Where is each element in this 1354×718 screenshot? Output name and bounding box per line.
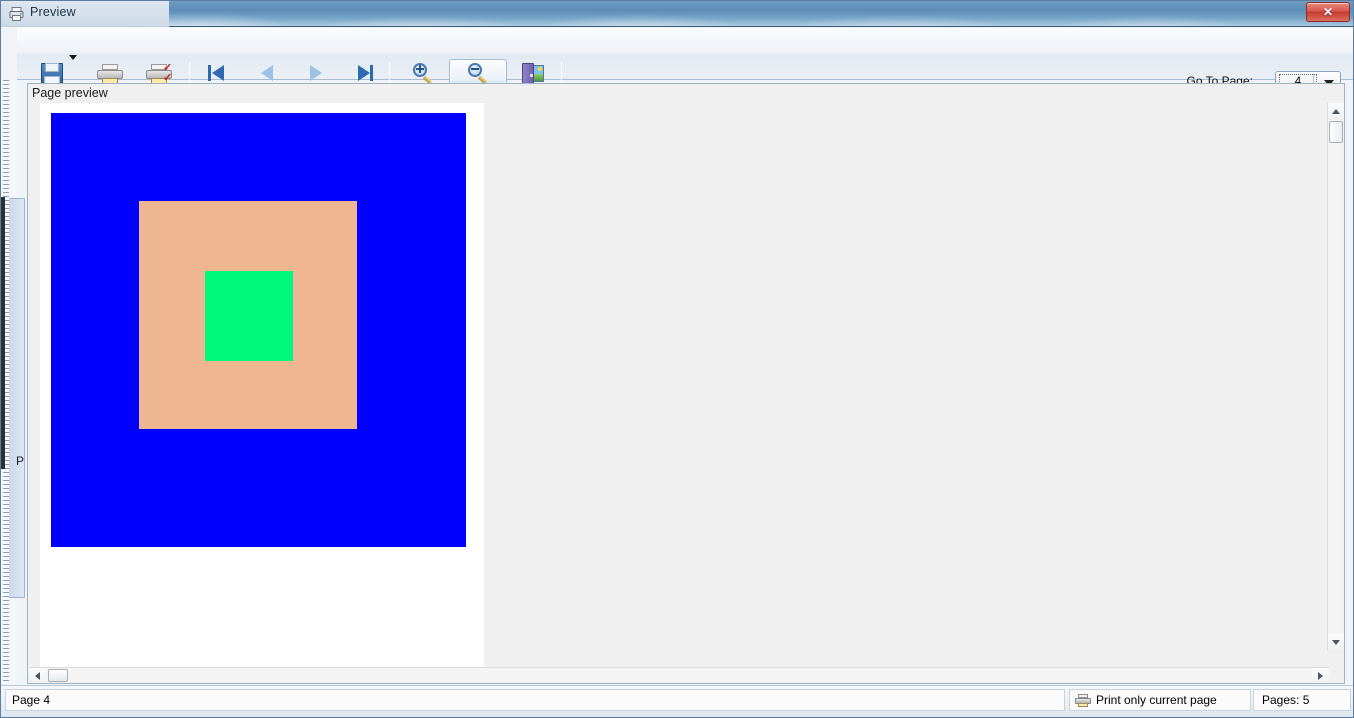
left-dock-tab-label: P (16, 454, 25, 468)
page-preview-canvas[interactable] (29, 103, 1329, 669)
scroll-down-button[interactable] (1328, 634, 1344, 651)
title-bar: Preview ✕ (1, 1, 1353, 27)
page-inner-square (205, 271, 293, 361)
status-bar: Page 4 Print only current page Pages: 5 (1, 685, 1353, 717)
arrow-down-icon (1332, 640, 1340, 645)
chevron-down-icon (68, 55, 77, 60)
horizontal-scrollbar[interactable] (29, 667, 1329, 683)
printer-preview-icon (9, 6, 25, 22)
scroll-up-button[interactable] (1328, 103, 1344, 120)
vertical-scrollbar-thumb[interactable] (1329, 121, 1343, 143)
preview-window: Preview ✕ Save Print (0, 0, 1354, 718)
page-preview-group: Page preview (27, 83, 1345, 684)
printer-icon (1075, 694, 1091, 707)
page-preview-caption: Page preview (32, 86, 108, 100)
toolbar: Save Print ✓ ✓ Options (17, 28, 1353, 105)
close-button[interactable]: ✕ (1306, 2, 1350, 22)
title-bar-glass (1, 1, 169, 27)
page-middle-square (139, 201, 357, 429)
arrow-left-icon (35, 672, 40, 680)
left-dock-tabstrip[interactable] (9, 198, 25, 598)
status-print-scope-label: Print only current page (1096, 693, 1217, 707)
horizontal-scrollbar-thumb[interactable] (48, 669, 68, 682)
toolbar-drag-grip[interactable] (0, 28, 1, 80)
page-sheet[interactable] (40, 103, 484, 669)
arrow-right-icon (1318, 672, 1323, 680)
left-dock-edge (1, 197, 5, 469)
status-print-scope-panel[interactable]: Print only current page (1069, 689, 1251, 711)
status-pages-panel: Pages: 5 (1253, 689, 1351, 711)
status-page-panel: Page 4 (5, 689, 1065, 711)
window-title: Preview (30, 5, 76, 19)
page-outer-square (51, 113, 466, 547)
scroll-right-button[interactable] (1312, 668, 1329, 683)
scroll-left-button[interactable] (29, 668, 46, 683)
vertical-scrollbar[interactable] (1327, 103, 1344, 651)
arrow-up-icon (1332, 109, 1340, 114)
